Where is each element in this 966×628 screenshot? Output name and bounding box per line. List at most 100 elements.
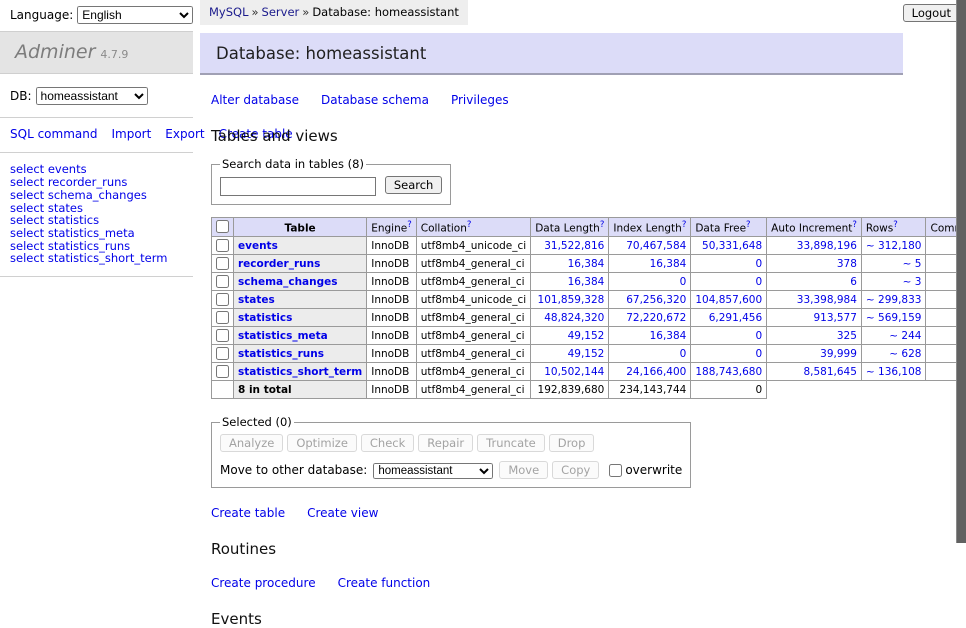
data-length-link[interactable]: 49,152 xyxy=(531,327,609,345)
table-link[interactable]: recorder_runs xyxy=(238,258,320,270)
data-free-link[interactable]: 0 xyxy=(691,345,767,363)
index-length-link[interactable]: 16,384 xyxy=(609,327,691,345)
help-icon[interactable]: ? xyxy=(600,220,605,230)
sidebar-item-select-schema-changes[interactable]: select schema_changes xyxy=(10,189,193,202)
help-icon[interactable]: ? xyxy=(467,220,472,230)
row-checkbox[interactable] xyxy=(216,311,229,324)
sidebar-item-select-statistics[interactable]: select statistics xyxy=(10,214,193,227)
data-length-link[interactable]: 48,824,320 xyxy=(531,309,609,327)
table-link[interactable]: statistics xyxy=(238,312,292,324)
help-icon[interactable]: ? xyxy=(852,220,857,230)
rows-count-link[interactable]: ~ 136,108 xyxy=(861,363,926,381)
data-free-link[interactable]: 0 xyxy=(691,327,767,345)
data-free-link[interactable]: 0 xyxy=(691,273,767,291)
data-free-link[interactable]: 0 xyxy=(691,255,767,273)
rows-count-link[interactable]: ~ 299,833 xyxy=(861,291,926,309)
auto-increment-link[interactable]: 378 xyxy=(767,255,862,273)
move-database-select[interactable]: homeassistant xyxy=(373,463,493,479)
index-length-link[interactable]: 16,384 xyxy=(609,255,691,273)
data-length-link[interactable]: 16,384 xyxy=(531,273,609,291)
sidebar-link-sql-command[interactable]: SQL command xyxy=(10,127,97,141)
index-length-link[interactable]: 72,220,672 xyxy=(609,309,691,327)
help-icon[interactable]: ? xyxy=(746,220,751,230)
logout-button[interactable]: Logout xyxy=(903,4,960,22)
search-button[interactable]: Search xyxy=(385,176,443,194)
row-checkbox[interactable] xyxy=(216,257,229,270)
search-input[interactable] xyxy=(220,177,376,196)
table-link[interactable]: schema_changes xyxy=(238,276,338,288)
breadcrumb-link-server[interactable]: Server xyxy=(262,5,300,19)
data-length-link[interactable]: 31,522,816 xyxy=(531,237,609,255)
db-select[interactable]: homeassistant xyxy=(36,87,148,105)
auto-increment-link[interactable]: 8,581,645 xyxy=(767,363,862,381)
events-heading: Events xyxy=(211,610,957,628)
sidebar-item-select-recorder-runs[interactable]: select recorder_runs xyxy=(10,176,193,189)
privileges-link[interactable]: Privileges xyxy=(451,93,509,107)
row-checkbox[interactable] xyxy=(216,329,229,342)
auto-increment-link[interactable]: 6 xyxy=(767,273,862,291)
sidebar-link-export[interactable]: Export xyxy=(165,127,204,141)
row-checkbox[interactable] xyxy=(216,347,229,360)
table-header-row: Table Engine? Collation? Data Length? In… xyxy=(212,217,966,237)
data-free-link[interactable]: 188,743,680 xyxy=(691,363,767,381)
select-all-checkbox[interactable] xyxy=(216,220,229,233)
help-icon[interactable]: ? xyxy=(682,220,687,230)
index-length-link[interactable]: 70,467,584 xyxy=(609,237,691,255)
data-length-link[interactable]: 49,152 xyxy=(531,345,609,363)
auto-increment-link[interactable]: 325 xyxy=(767,327,862,345)
table-row: recorder_runs InnoDB utf8mb4_general_ci … xyxy=(212,255,966,273)
sidebar-item-select-statistics-short-term[interactable]: select statistics_short_term xyxy=(10,252,193,265)
index-length-link[interactable]: 24,166,400 xyxy=(609,363,691,381)
sidebar-item-select-statistics-meta[interactable]: select statistics_meta xyxy=(10,227,193,240)
vertical-scrollbar[interactable] xyxy=(956,0,966,543)
auto-increment-link[interactable]: 33,398,984 xyxy=(767,291,862,309)
create-table-link[interactable]: Create table xyxy=(211,506,285,520)
language-select[interactable]: English xyxy=(77,6,193,24)
table-row: schema_changes InnoDB utf8mb4_general_ci… xyxy=(212,273,966,291)
rows-count-link[interactable]: ~ 312,180 xyxy=(861,237,926,255)
rows-count-link[interactable]: ~ 244 xyxy=(861,327,926,345)
help-icon[interactable]: ? xyxy=(407,220,412,230)
data-length-link[interactable]: 10,502,144 xyxy=(531,363,609,381)
row-checkbox[interactable] xyxy=(216,293,229,306)
rows-count-link[interactable]: ~ 3 xyxy=(861,273,926,291)
create-function-link[interactable]: Create function xyxy=(338,576,431,590)
data-free-link[interactable]: 104,857,600 xyxy=(691,291,767,309)
data-free-link[interactable]: 50,331,648 xyxy=(691,237,767,255)
row-checkbox[interactable] xyxy=(216,365,229,378)
sidebar-link-import[interactable]: Import xyxy=(111,127,151,141)
table-link[interactable]: statistics_runs xyxy=(238,348,324,360)
routines-links-row: Create procedure Create function xyxy=(211,576,957,590)
table-link[interactable]: events xyxy=(238,240,278,252)
data-length-link[interactable]: 16,384 xyxy=(531,255,609,273)
index-length-link[interactable]: 0 xyxy=(609,273,691,291)
collation-cell: utf8mb4_general_ci xyxy=(416,309,530,327)
table-row: events InnoDB utf8mb4_unicode_ci 31,522,… xyxy=(212,237,966,255)
rows-count-link[interactable]: ~ 569,159 xyxy=(861,309,926,327)
rows-count-link[interactable]: ~ 5 xyxy=(861,255,926,273)
table-row: statistics_meta InnoDB utf8mb4_general_c… xyxy=(212,327,966,345)
create-view-link[interactable]: Create view xyxy=(307,506,378,520)
auto-increment-link[interactable]: 33,898,196 xyxy=(767,237,862,255)
index-length-link[interactable]: 0 xyxy=(609,345,691,363)
table-link[interactable]: states xyxy=(238,294,275,306)
row-checkbox[interactable] xyxy=(216,239,229,252)
data-length-link[interactable]: 101,859,328 xyxy=(531,291,609,309)
row-checkbox[interactable] xyxy=(216,275,229,288)
auto-increment-link[interactable]: 39,999 xyxy=(767,345,862,363)
alter-database-link[interactable]: Alter database xyxy=(211,93,299,107)
table-link[interactable]: statistics_meta xyxy=(238,330,328,342)
breadcrumb-link-mysql[interactable]: MySQL xyxy=(209,5,249,19)
auto-increment-link[interactable]: 913,577 xyxy=(767,309,862,327)
create-links-row: Create table Create view xyxy=(211,506,957,520)
rows-count-link[interactable]: ~ 628 xyxy=(861,345,926,363)
index-length-link[interactable]: 67,256,320 xyxy=(609,291,691,309)
table-row: statistics InnoDB utf8mb4_general_ci 48,… xyxy=(212,309,966,327)
data-free-link[interactable]: 6,291,456 xyxy=(691,309,767,327)
table-link[interactable]: statistics_short_term xyxy=(238,366,362,378)
create-procedure-link[interactable]: Create procedure xyxy=(211,576,316,590)
help-icon[interactable]: ? xyxy=(893,220,898,230)
overwrite-checkbox[interactable] xyxy=(609,464,622,477)
engine-cell: InnoDB xyxy=(367,327,417,345)
database-schema-link[interactable]: Database schema xyxy=(321,93,429,107)
